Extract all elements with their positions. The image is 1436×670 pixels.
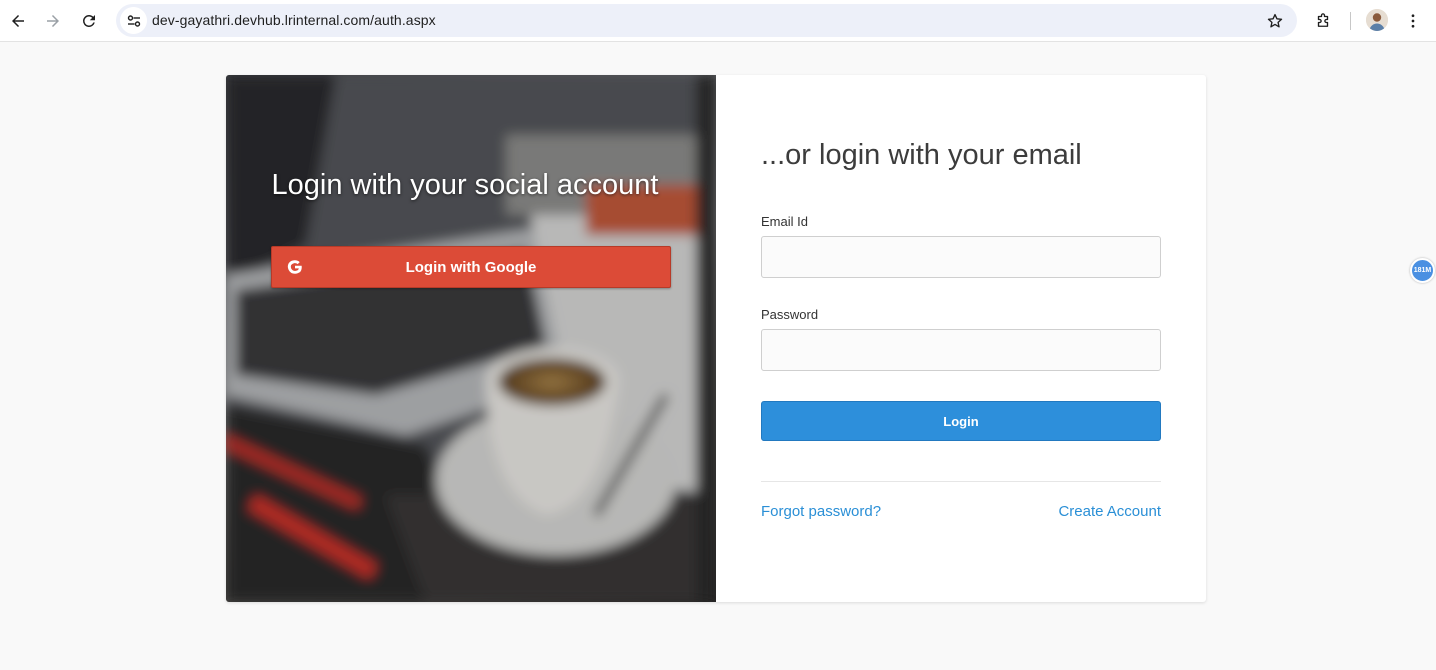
create-account-link[interactable]: Create Account [1058, 503, 1161, 520]
avatar-image [1366, 9, 1388, 31]
site-info-icon [127, 14, 140, 27]
extensions-button[interactable] [1309, 7, 1337, 35]
bookmark-button[interactable] [1263, 9, 1287, 33]
social-login-panel: Login with your social account Login wit… [226, 75, 716, 602]
back-button[interactable] [4, 7, 32, 35]
email-login-panel: ...or login with your email Email Id Pas… [716, 75, 1206, 602]
site-info-button[interactable] [120, 7, 147, 34]
form-divider [761, 481, 1161, 482]
toolbar-divider [1350, 12, 1351, 30]
email-login-title: ...or login with your email [761, 139, 1082, 171]
background-photo [226, 75, 716, 602]
browser-menu-button[interactable] [1399, 7, 1427, 35]
browser-toolbar: dev-gayathri.devhub.lrinternal.com/auth.… [0, 0, 1436, 42]
social-login-title: Login with your social account [271, 169, 659, 201]
reload-icon [82, 14, 95, 27]
password-label: Password [761, 307, 819, 322]
login-card: Login with your social account Login wit… [226, 75, 1206, 602]
profile-avatar[interactable] [1366, 9, 1388, 31]
forward-arrow-icon [47, 15, 59, 27]
forgot-password-link[interactable]: Forgot password? [761, 503, 881, 520]
url-text[interactable]: dev-gayathri.devhub.lrinternal.com/auth.… [152, 12, 436, 28]
star-icon [1267, 13, 1283, 28]
floating-badge[interactable]: 181M [1410, 258, 1435, 283]
password-field[interactable] [761, 329, 1161, 371]
forward-button[interactable] [39, 7, 67, 35]
login-button[interactable]: Login [761, 401, 1161, 441]
kebab-icon [1411, 14, 1415, 28]
back-arrow-icon [12, 15, 24, 27]
puzzle-icon [1317, 13, 1329, 27]
address-bar[interactable]: dev-gayathri.devhub.lrinternal.com/auth.… [116, 4, 1297, 37]
google-login-button[interactable]: Login with Google [271, 246, 671, 288]
email-field[interactable] [761, 236, 1161, 278]
email-label: Email Id [761, 214, 808, 229]
reload-button[interactable] [75, 7, 103, 35]
google-login-label: Login with Google [405, 259, 537, 276]
